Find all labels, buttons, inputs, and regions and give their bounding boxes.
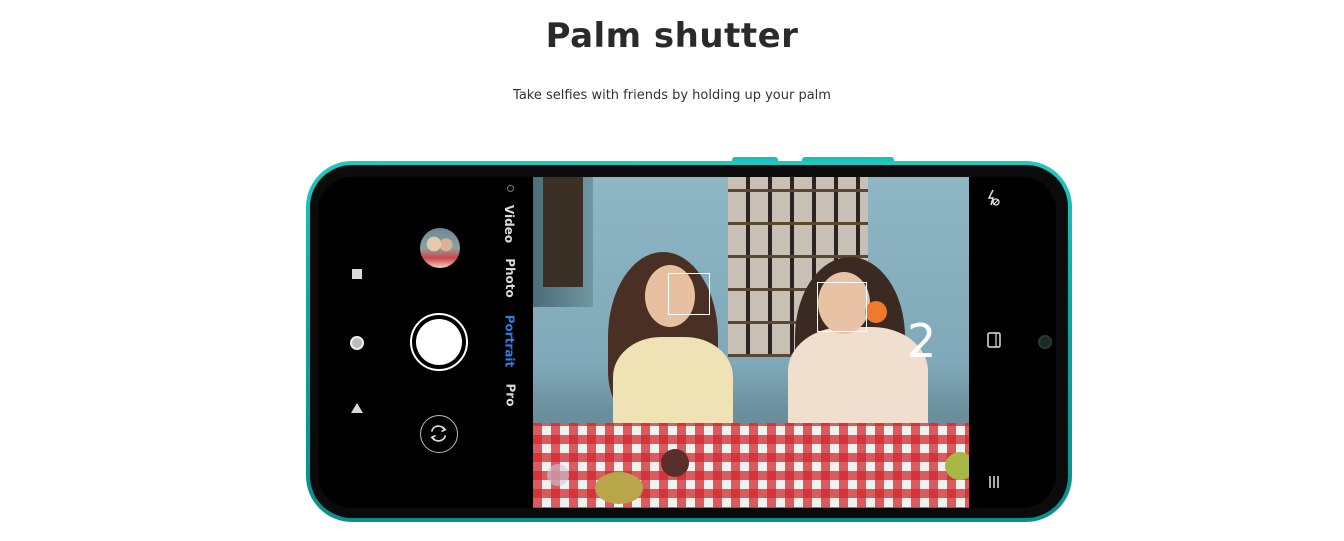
camera-screen: Video Photo Portrait Pro 2 (318, 177, 1056, 508)
menu-lines-icon[interactable] (987, 475, 1001, 493)
mode-video[interactable]: Video (502, 205, 516, 243)
dark-fruit (661, 449, 689, 477)
shutter-button[interactable] (410, 313, 468, 371)
viewfinder[interactable]: 2 (533, 177, 969, 508)
face-detect-box-right (817, 282, 867, 332)
mango-fruit (595, 472, 643, 504)
orange-fruit (865, 301, 887, 323)
front-camera-icon (1038, 335, 1052, 349)
mode-portrait[interactable]: Portrait (502, 315, 516, 368)
flash-off-icon[interactable] (985, 189, 1001, 211)
mode-indicator-dot (507, 185, 514, 192)
phone-device: Video Photo Portrait Pro 2 (306, 161, 1072, 522)
mode-photo[interactable]: Photo (503, 258, 517, 298)
green-fruit (945, 452, 969, 480)
face-detect-box-left (668, 273, 710, 315)
aspect-ratio-icon[interactable] (987, 332, 1001, 352)
shutter-core (416, 319, 462, 365)
countdown-number: 2 (907, 314, 937, 368)
page-title: Palm shutter (545, 16, 799, 56)
gallery-thumbnail[interactable] (420, 228, 460, 268)
portrait-effect-icon[interactable] (547, 464, 569, 486)
square-nav-icon[interactable] (352, 269, 362, 279)
mode-pro[interactable]: Pro (503, 384, 517, 407)
triangle-nav-icon[interactable] (351, 403, 363, 413)
circle-nav-icon[interactable] (350, 336, 364, 350)
phone-bezel: Video Photo Portrait Pro 2 (310, 165, 1068, 518)
person-left-body (613, 337, 733, 437)
page-subtitle: Take selfies with friends by holding up … (513, 88, 831, 103)
wall-frame (543, 177, 583, 287)
camera-flip-icon[interactable] (420, 415, 458, 453)
